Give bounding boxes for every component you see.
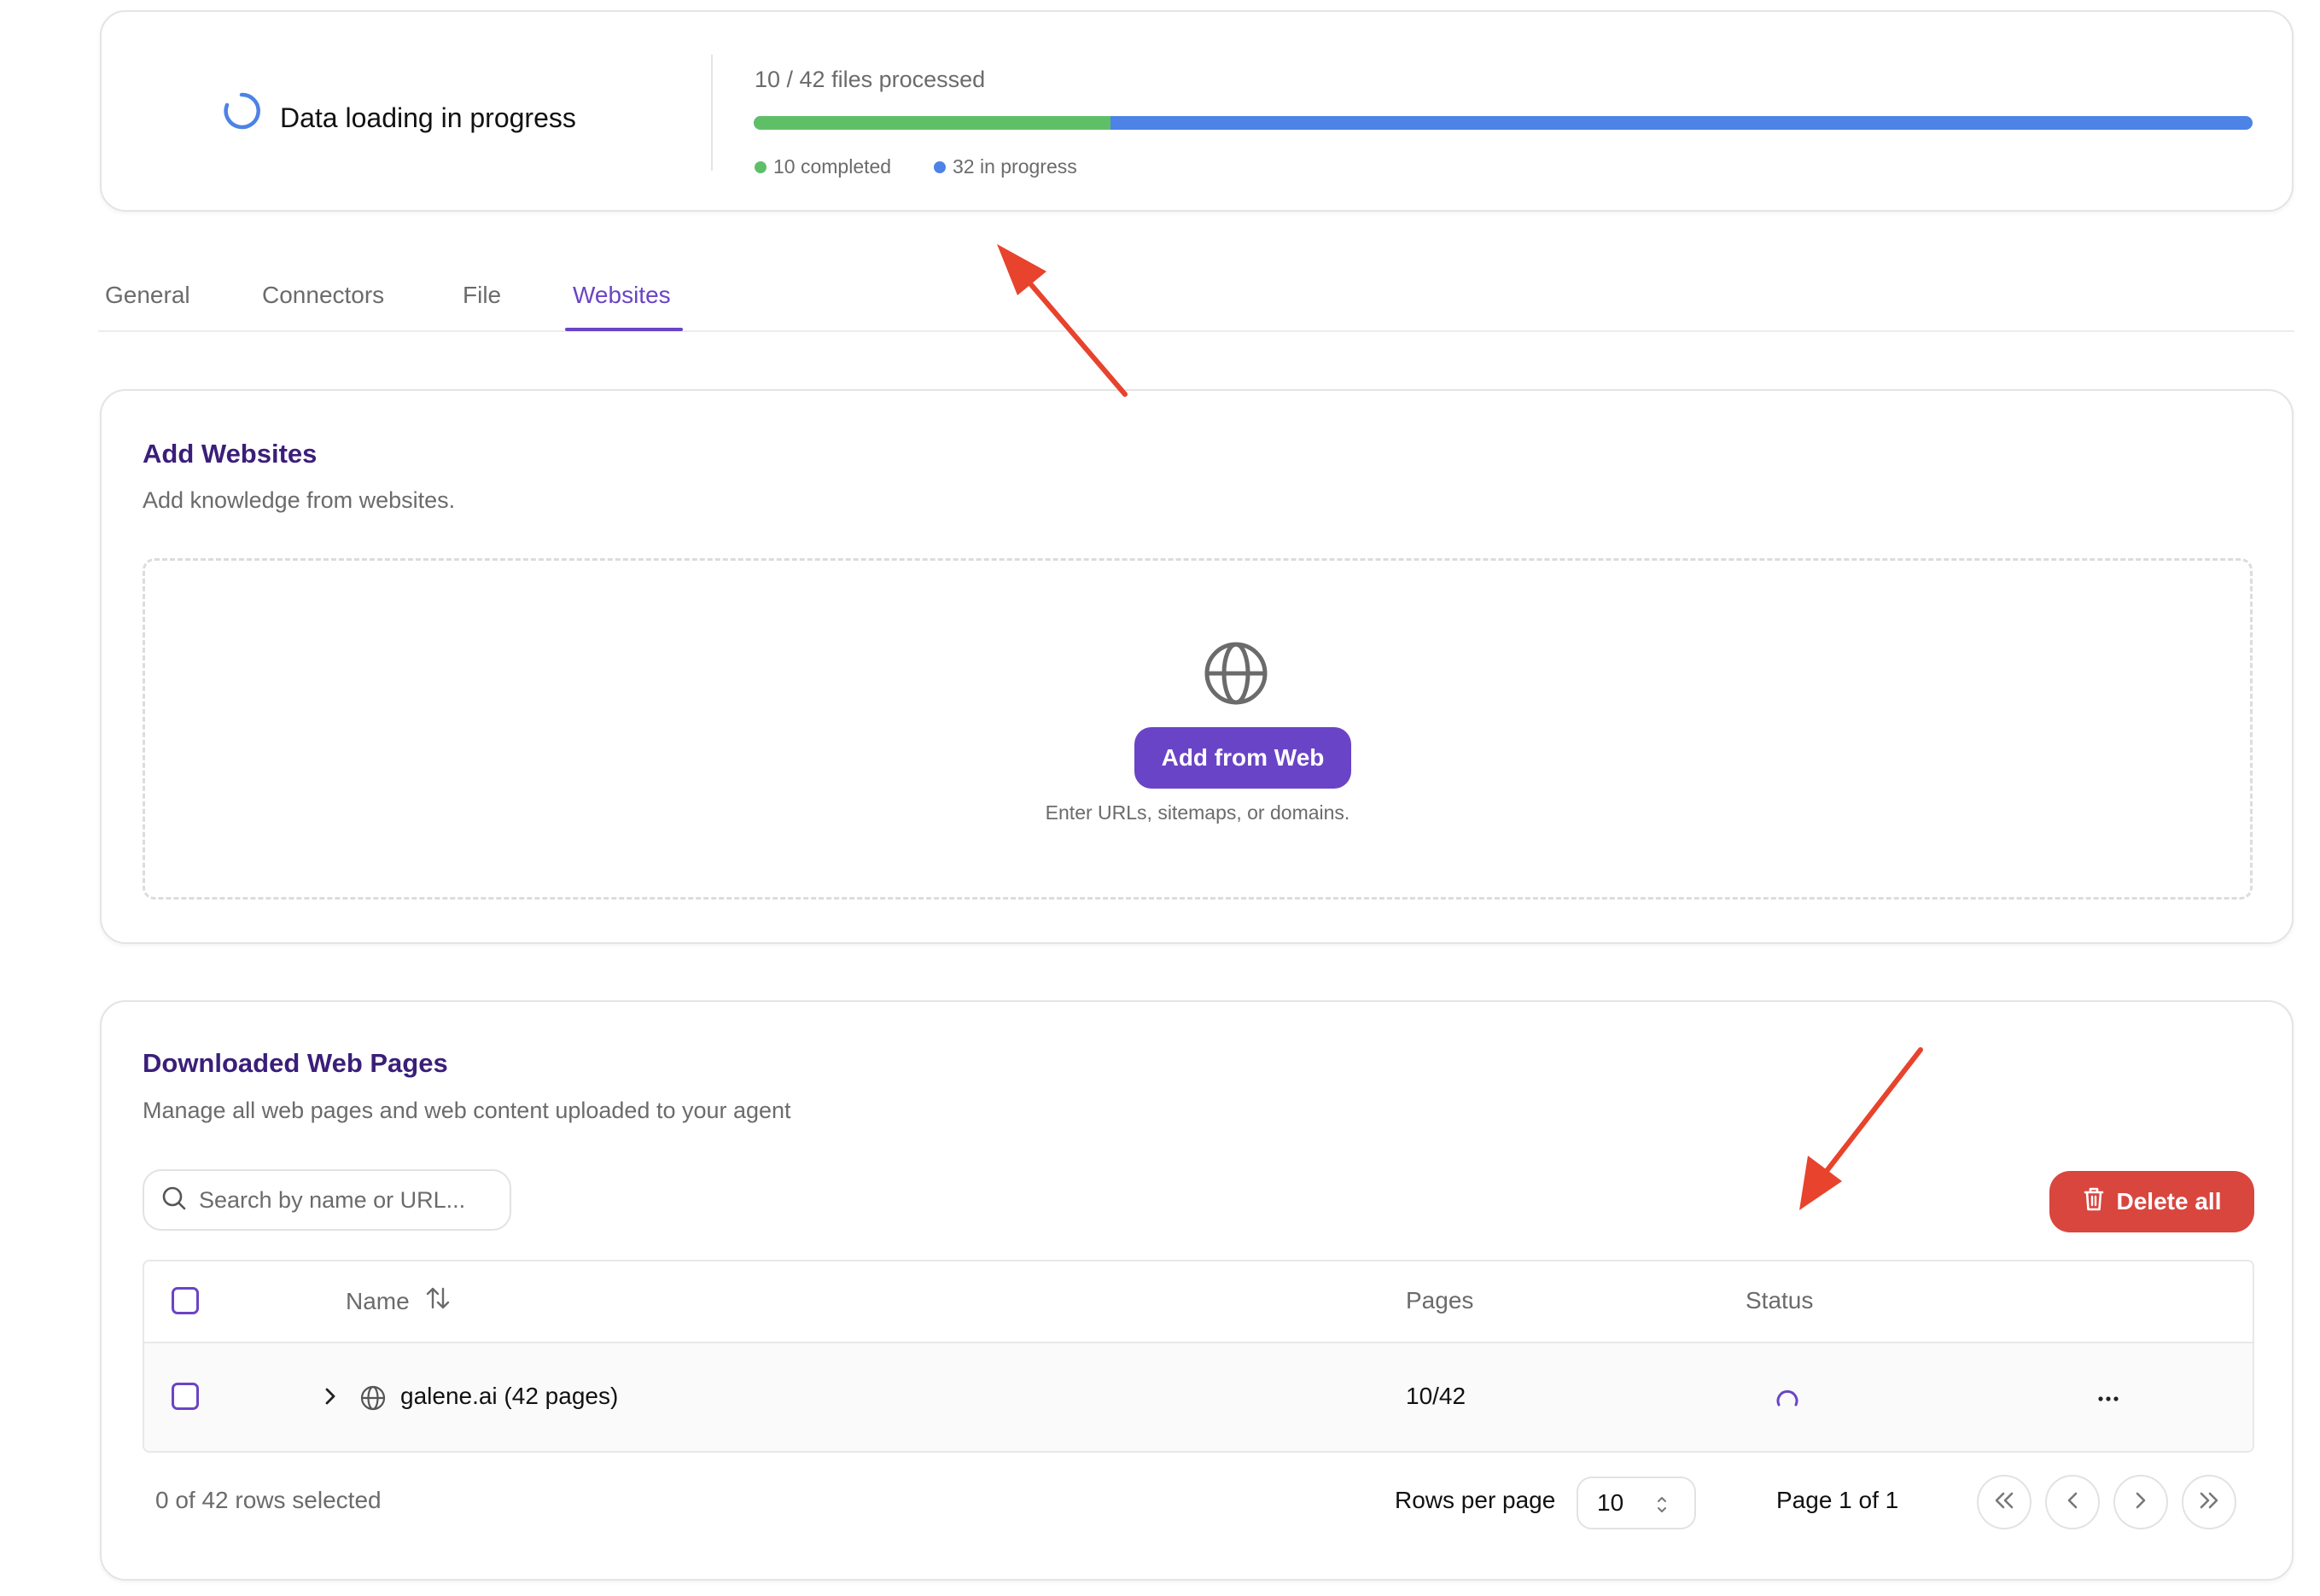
delete-all-label: Delete all	[2116, 1188, 2222, 1214]
row-checkbox[interactable]	[172, 1383, 199, 1410]
double-chevron-right-icon	[2195, 1487, 2223, 1518]
pages-column-header: Pages	[1406, 1287, 1474, 1313]
first-page-button[interactable]	[1977, 1475, 2031, 1529]
row-name[interactable]: galene.ai (42 pages)	[400, 1383, 618, 1410]
name-header-label: Name	[346, 1287, 410, 1314]
chevron-left-icon	[2059, 1487, 2086, 1518]
legend-completed: 10 completed	[755, 155, 891, 178]
add-websites-card: Add Websites Add knowledge from websites…	[100, 389, 2294, 944]
status-loading-spinner-icon	[1775, 1386, 1800, 1416]
dropzone-hint: Enter URLs, sitemaps, or domains.	[1045, 801, 1350, 824]
tab-connectors[interactable]: Connectors	[262, 282, 384, 309]
progress-bar	[754, 116, 2253, 130]
search-box[interactable]	[143, 1169, 511, 1231]
in-progress-label: 32 in progress	[953, 155, 1077, 178]
more-actions-icon[interactable]	[2096, 1386, 2121, 1416]
rows-per-page-label: Rows per page	[1395, 1487, 1556, 1513]
trash-icon	[2083, 1186, 2105, 1218]
next-page-button[interactable]	[2113, 1475, 2168, 1529]
files-processed-text: 10 / 42 files processed	[755, 67, 986, 92]
double-chevron-left-icon	[1991, 1487, 2018, 1518]
legend-in-progress: 32 in progress	[934, 155, 1077, 178]
tab-bar-divider	[98, 330, 2294, 332]
tab-general[interactable]: General	[105, 282, 190, 309]
web-pages-table: Name Pages Status galene.ai (42 pages) 1…	[143, 1260, 2254, 1453]
last-page-button[interactable]	[2182, 1475, 2236, 1529]
rows-per-page-value: 10	[1597, 1489, 1624, 1516]
completed-label: 10 completed	[773, 155, 892, 178]
rows-per-page-select[interactable]: 10	[1577, 1477, 1696, 1529]
search-icon	[161, 1185, 187, 1215]
downloaded-title: Downloaded Web Pages	[143, 1048, 448, 1078]
loading-title: Data loading in progress	[280, 102, 576, 133]
loading-spinner-icon	[221, 90, 262, 131]
chevron-right-icon	[2127, 1487, 2154, 1518]
delete-all-button[interactable]: Delete all	[2049, 1171, 2254, 1232]
search-input[interactable]	[199, 1186, 481, 1214]
row-pages: 10/42	[1406, 1383, 1466, 1409]
blue-dot-icon	[934, 160, 946, 173]
add-from-web-button[interactable]: Add from Web	[1134, 727, 1351, 789]
downloaded-subtitle: Manage all web pages and web content upl…	[143, 1098, 791, 1123]
previous-page-button[interactable]	[2045, 1475, 2100, 1529]
chevron-right-icon[interactable]	[320, 1386, 341, 1411]
divider	[711, 55, 713, 171]
website-dropzone[interactable]: Add from Web Enter URLs, sitemaps, or do…	[143, 558, 2253, 900]
table-header: Name Pages Status	[144, 1261, 2253, 1343]
add-websites-title: Add Websites	[143, 439, 318, 469]
tab-websites[interactable]: Websites	[573, 282, 671, 309]
globe-icon	[359, 1384, 387, 1416]
progress-card: Data loading in progress 10 / 42 files p…	[100, 10, 2294, 212]
chevron-up-down-icon	[1655, 1494, 1669, 1522]
name-column-header[interactable]: Name	[346, 1285, 451, 1317]
progress-bar-completed	[754, 116, 1110, 130]
table-row[interactable]: galene.ai (42 pages) 10/42	[144, 1343, 2253, 1451]
sort-icon[interactable]	[425, 1285, 451, 1317]
globe-icon	[1202, 639, 1270, 708]
green-dot-icon	[755, 160, 767, 173]
add-websites-subtitle: Add knowledge from websites.	[143, 487, 456, 513]
status-column-header: Status	[1746, 1287, 1814, 1313]
select-all-checkbox[interactable]	[172, 1287, 199, 1314]
annotation-arrow-progress	[997, 244, 1128, 397]
selection-count: 0 of 42 rows selected	[155, 1487, 382, 1513]
tab-file[interactable]: File	[463, 282, 501, 309]
page-indicator: Page 1 of 1	[1776, 1487, 1899, 1513]
active-tab-indicator	[565, 328, 683, 331]
downloaded-pages-card: Downloaded Web Pages Manage all web page…	[100, 1000, 2294, 1581]
